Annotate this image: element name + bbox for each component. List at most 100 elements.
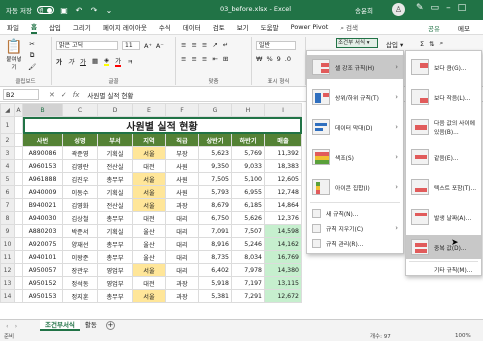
orientation-icon[interactable]: ↗	[212, 41, 217, 49]
data-cell[interactable]: 영업부	[97, 263, 133, 277]
submenu-item-less-than[interactable]: 보다 작음(L)...	[406, 85, 481, 109]
data-cell[interactable]: 5,246	[231, 237, 265, 251]
data-cell[interactable]: A940101	[22, 250, 63, 264]
data-cell[interactable]: 9,033	[231, 159, 265, 173]
cell[interactable]	[14, 185, 23, 199]
data-cell[interactable]: 대리	[165, 211, 199, 225]
find-icon[interactable]: ⌕	[440, 39, 444, 48]
pen-icon[interactable]: ✎	[416, 3, 424, 13]
data-cell[interactable]: 곽준영	[62, 146, 98, 160]
cell[interactable]	[14, 263, 23, 277]
cell[interactable]	[14, 237, 23, 251]
data-cell[interactable]: 8,679	[198, 198, 232, 212]
data-cell[interactable]: 7,091	[198, 224, 232, 238]
add-sheet-icon[interactable]: +	[105, 321, 115, 330]
save-icon[interactable]: ▣	[59, 6, 69, 15]
data-cell[interactable]: 김영란	[62, 159, 98, 173]
row-header[interactable]: 8	[0, 211, 15, 225]
autosum-icon[interactable]: Σ	[420, 40, 424, 48]
function-icon[interactable]: fx	[73, 91, 80, 99]
zoom-level[interactable]: 100%	[455, 333, 471, 339]
column-header[interactable]: F	[165, 103, 199, 117]
column-header[interactable]: D	[97, 103, 133, 117]
data-cell[interactable]: 과장	[165, 198, 199, 212]
data-cell[interactable]: 총무부	[97, 250, 133, 264]
ribbon-display-icon[interactable]: ▭	[431, 3, 440, 13]
data-cell[interactable]: 8,735	[198, 250, 232, 264]
row-header[interactable]: 9	[0, 224, 15, 238]
data-cell[interactable]: 5,769	[231, 146, 265, 160]
data-cell[interactable]: 8,916	[198, 237, 232, 251]
data-cell[interactable]: 6,955	[231, 185, 265, 199]
align-top-icon[interactable]: ≡	[181, 41, 186, 49]
customize-icon[interactable]: ⌄	[104, 6, 114, 15]
formula-input[interactable]: 사원별 실적 현황	[87, 90, 133, 100]
menu-item-top-bottom-rules[interactable]: 상위/하위 규칙(T) ›	[307, 85, 403, 109]
data-cell[interactable]: A950153	[22, 289, 63, 303]
column-header[interactable]: H	[231, 103, 265, 117]
paste-button[interactable]: 📋 붙여넣기	[4, 39, 24, 71]
column-header[interactable]: I	[264, 103, 302, 117]
enter-icon[interactable]: ✓	[61, 91, 67, 99]
cancel-icon[interactable]: ✕	[49, 91, 55, 99]
align-right-icon[interactable]: ≡	[202, 55, 207, 63]
tab-view[interactable]: 보기	[237, 22, 249, 32]
row-header[interactable]: 13	[0, 276, 15, 290]
data-cell[interactable]: 대리	[165, 224, 199, 238]
sheet-table[interactable]: ◢ A B C D E F G H I 1 사원별 실적 현황 2 사번 성명	[0, 103, 302, 303]
data-cell[interactable]: 14,162	[264, 237, 302, 251]
data-cell[interactable]: 7,507	[231, 224, 265, 238]
data-cell[interactable]: 김영화	[62, 198, 98, 212]
row-header[interactable]: 4	[0, 159, 15, 173]
data-cell[interactable]: A960153	[22, 159, 63, 173]
data-cell[interactable]: 서울	[132, 289, 166, 303]
header-cell[interactable]: 하반기	[231, 133, 265, 147]
data-cell[interactable]: 12,672	[264, 289, 302, 303]
data-cell[interactable]: A920075	[22, 237, 63, 251]
data-cell[interactable]: 9,350	[198, 159, 232, 173]
data-cell[interactable]: A950057	[22, 263, 63, 277]
tab-help[interactable]: 도움말	[261, 22, 279, 32]
data-cell[interactable]: 18,383	[264, 159, 302, 173]
name-box[interactable]: B2	[3, 89, 39, 100]
data-cell[interactable]: 기획실	[97, 185, 133, 199]
data-cell[interactable]: 8,034	[231, 250, 265, 264]
worksheet-grid[interactable]: ◢ A B C D E F G H I 1 사원별 실적 현황 2 사번 성명	[0, 103, 302, 303]
merge-icon[interactable]: ⊞	[223, 55, 228, 63]
data-cell[interactable]: 서울	[132, 146, 166, 160]
data-cell[interactable]: 5,381	[198, 289, 232, 303]
font-color-icon[interactable]: 가	[115, 55, 122, 67]
submenu-item-date-occurring[interactable]: 발생 날짜(A)...	[406, 205, 481, 229]
submenu-item-duplicate-values[interactable]: 중복 값(D)...	[406, 235, 481, 259]
column-header[interactable]: E	[132, 103, 166, 117]
align-middle-icon[interactable]: ≡	[191, 41, 196, 49]
data-cell[interactable]: 11,392	[264, 146, 302, 160]
data-cell[interactable]: 7,197	[231, 276, 265, 290]
align-center-icon[interactable]: ≡	[191, 55, 196, 63]
sort-filter-icon[interactable]: ⇅	[429, 40, 434, 48]
data-cell[interactable]: 5,918	[198, 276, 232, 290]
sheet-tab-activity[interactable]: 활동	[80, 320, 102, 331]
border-icon[interactable]: ▦	[92, 57, 98, 65]
menu-item-highlight-rules[interactable]: 셀 강조 규칙(H) ›	[307, 55, 403, 79]
data-cell[interactable]: 16,769	[264, 250, 302, 264]
cell[interactable]	[14, 146, 23, 160]
data-cell[interactable]: 6,402	[198, 263, 232, 277]
row-header[interactable]: 10	[0, 237, 15, 251]
data-cell[interactable]: 5,793	[198, 185, 232, 199]
header-cell[interactable]: 지역	[132, 133, 166, 147]
data-cell[interactable]: 서울	[132, 172, 166, 186]
menu-item-data-bars[interactable]: 데이터 막대(D) ›	[307, 115, 403, 139]
data-cell[interactable]: 대전	[132, 276, 166, 290]
cell[interactable]	[14, 198, 23, 212]
autosave-toggle[interactable]: 켬	[37, 6, 54, 14]
data-cell[interactable]: 총무부	[97, 289, 133, 303]
data-cell[interactable]: 총무부	[97, 211, 133, 225]
menu-item-new-rule[interactable]: 새 규칙(N)...	[307, 206, 403, 220]
currency-icon[interactable]: ₩	[256, 55, 262, 63]
cell[interactable]	[14, 133, 23, 147]
data-cell[interactable]: 김진우	[62, 172, 98, 186]
data-cell[interactable]: 대리	[165, 250, 199, 264]
sheet-tab-conditional[interactable]: 조건부서식	[40, 320, 80, 331]
data-cell[interactable]: 14,598	[264, 224, 302, 238]
